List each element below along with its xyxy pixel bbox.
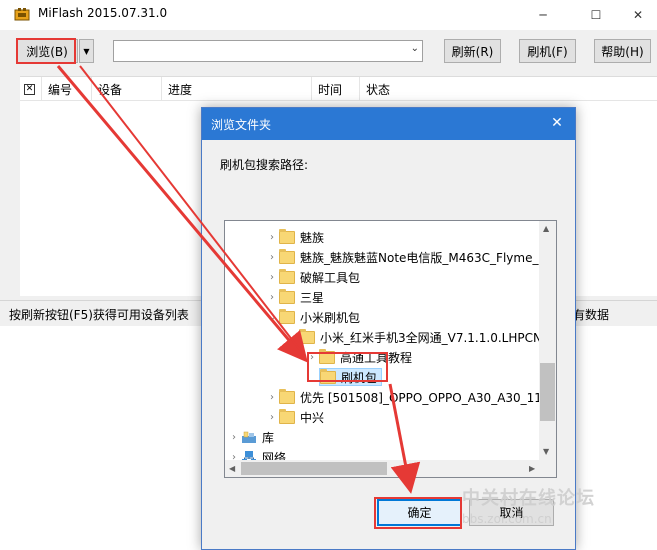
select-all-checkbox[interactable]: ✕ bbox=[20, 77, 42, 101]
column-header-time[interactable]: 时间 bbox=[312, 77, 360, 101]
maximize-button[interactable]: ☐ bbox=[573, 0, 619, 30]
chevron-right-icon[interactable]: › bbox=[265, 292, 279, 303]
close-button[interactable]: ✕ bbox=[615, 0, 657, 30]
tree-node[interactable]: › 库 bbox=[227, 427, 274, 447]
chevron-down-icon[interactable]: ⌄ bbox=[285, 332, 299, 343]
scroll-down-icon[interactable]: ▼ bbox=[543, 447, 549, 456]
folder-icon bbox=[279, 228, 295, 244]
scroll-left-icon[interactable]: ◀ bbox=[229, 464, 235, 473]
library-icon bbox=[242, 431, 256, 443]
chevron-right-icon[interactable]: › bbox=[265, 232, 279, 243]
column-header-progress[interactable]: 进度 bbox=[162, 77, 312, 101]
tree-node[interactable]: › 破解工具包 bbox=[265, 267, 360, 287]
chevron-right-icon[interactable]: › bbox=[265, 412, 279, 423]
watermark-main: 中关村在线论坛 bbox=[462, 488, 595, 509]
status-text: 按刷新按钮(F5)获得可用设备列表 bbox=[9, 308, 189, 322]
tree-node-label: 小米刷机包 bbox=[300, 310, 361, 325]
tree-node-label: 魅族_魅族魅蓝Note电信版_M463C_Flyme_C bbox=[300, 250, 547, 265]
tree-horizontal-scroll-thumb[interactable] bbox=[241, 462, 387, 475]
tree-node-label: 优先 [501508]_OPPO_OPPO_A30_A30_11_1 bbox=[300, 390, 556, 405]
tree-node-content[interactable]: 破解工具包 bbox=[279, 268, 360, 286]
flash-button[interactable]: 刷机(F) bbox=[519, 39, 576, 63]
annotation-highlight-ok bbox=[374, 497, 462, 529]
folder-icon bbox=[279, 308, 295, 324]
tree-node[interactable]: › 中兴 bbox=[265, 407, 324, 427]
tree-node-label: 破解工具包 bbox=[300, 270, 361, 285]
watermark: 中关村在线论坛 bbs.zol.com.cn bbox=[462, 484, 595, 526]
tree-node-label: 中兴 bbox=[300, 410, 325, 425]
folder-tree[interactable]: › 魅族 › 魅族_魅族魅蓝Note电信版_M463C_Flyme_C › 破解工具包 › 三… bbox=[224, 220, 557, 478]
annotation-highlight-selected-folder bbox=[307, 352, 388, 382]
refresh-button[interactable]: 刷新(R) bbox=[444, 39, 501, 63]
tree-node[interactable]: › 三星 bbox=[265, 287, 324, 307]
scroll-right-icon[interactable]: ▶ bbox=[529, 464, 535, 473]
help-button[interactable]: 帮助(H) bbox=[594, 39, 651, 63]
app-icon bbox=[14, 8, 30, 21]
tree-horizontal-scrollbar[interactable]: ◀ ▶ bbox=[225, 460, 556, 477]
path-combobox[interactable]: ⌄ bbox=[113, 40, 423, 62]
column-header-id[interactable]: 编号 bbox=[42, 77, 92, 101]
dialog-title: 浏览文件夹 bbox=[211, 118, 272, 132]
app-title: MiFlash 2015.07.31.0 bbox=[38, 6, 168, 20]
chevron-right-icon[interactable]: › bbox=[265, 392, 279, 403]
tree-node-content[interactable]: 三星 bbox=[279, 288, 324, 306]
tree-node-label: 三星 bbox=[300, 290, 325, 305]
chevron-right-icon[interactable]: › bbox=[227, 432, 241, 443]
tree-node[interactable]: › 优先 [501508]_OPPO_OPPO_A30_A30_11_1 bbox=[265, 387, 556, 407]
column-header-status[interactable]: 状态 bbox=[360, 77, 640, 101]
title-bar: MiFlash 2015.07.31.0 ─ ☐ ✕ bbox=[0, 0, 657, 30]
column-header-device[interactable]: 设备 bbox=[92, 77, 162, 101]
folder-icon bbox=[279, 408, 295, 424]
tree-node-content[interactable]: 优先 [501508]_OPPO_OPPO_A30_A30_11_1 bbox=[279, 388, 556, 406]
folder-icon bbox=[299, 328, 315, 344]
tree-node-label: 小米_红米手机3全网通_V7.1.1.0.LHPCNC bbox=[320, 330, 551, 345]
checkbox-checked-icon[interactable]: ✕ bbox=[24, 83, 35, 95]
tree-node-content[interactable]: 魅族 bbox=[279, 228, 324, 246]
scroll-up-icon[interactable]: ▲ bbox=[543, 224, 549, 233]
tree-vertical-scroll-thumb[interactable] bbox=[540, 363, 555, 421]
status-text-right: 有数据 bbox=[573, 308, 610, 322]
dialog-title-bar: 浏览文件夹 ✕ bbox=[202, 108, 575, 140]
folder-icon bbox=[279, 248, 295, 264]
chevron-right-icon[interactable]: › bbox=[265, 252, 279, 263]
tree-node-content[interactable]: 小米_红米手机3全网通_V7.1.1.0.LHPCNC bbox=[299, 328, 550, 346]
chevron-right-icon[interactable]: › bbox=[265, 272, 279, 283]
tree-node-content[interactable]: 中兴 bbox=[279, 408, 324, 426]
device-list-header: ✕ 编号 设备 进度 时间 状态 bbox=[20, 77, 657, 101]
minimize-button[interactable]: ─ bbox=[520, 0, 566, 30]
folder-icon bbox=[279, 388, 295, 404]
folder-icon bbox=[279, 288, 295, 304]
tree-vertical-scrollbar[interactable]: ▲ ▼ bbox=[539, 221, 556, 461]
annotation-highlight-browse bbox=[16, 38, 76, 64]
dialog-close-button[interactable]: ✕ bbox=[547, 113, 567, 133]
chevron-down-icon[interactable]: ⌄ bbox=[411, 43, 419, 54]
tree-node-content[interactable]: 库 bbox=[241, 428, 274, 446]
tree-node-content[interactable]: 魅族_魅族魅蓝Note电信版_M463C_Flyme_C bbox=[279, 248, 547, 266]
tree-node-label: 魅族 bbox=[300, 230, 325, 245]
tree-node[interactable]: ⌄ 小米刷机包 bbox=[265, 307, 360, 327]
folder-icon bbox=[279, 268, 295, 284]
tree-node-content[interactable]: 小米刷机包 bbox=[279, 308, 360, 326]
watermark-sub: bbs.zol.com.cn bbox=[462, 512, 552, 526]
chevron-down-icon[interactable]: ⌄ bbox=[265, 312, 279, 323]
tree-node[interactable]: ⌄ 小米_红米手机3全网通_V7.1.1.0.LHPCNC bbox=[285, 327, 550, 347]
dialog-prompt: 刷机包搜索路径: bbox=[220, 158, 309, 172]
browse-dropdown-button[interactable]: ▼ bbox=[79, 39, 94, 63]
tree-node[interactable]: › 魅族_魅族魅蓝Note电信版_M463C_Flyme_C bbox=[265, 247, 547, 267]
tree-node[interactable]: › 魅族 bbox=[265, 227, 324, 247]
tree-node-label: 库 bbox=[262, 430, 275, 445]
